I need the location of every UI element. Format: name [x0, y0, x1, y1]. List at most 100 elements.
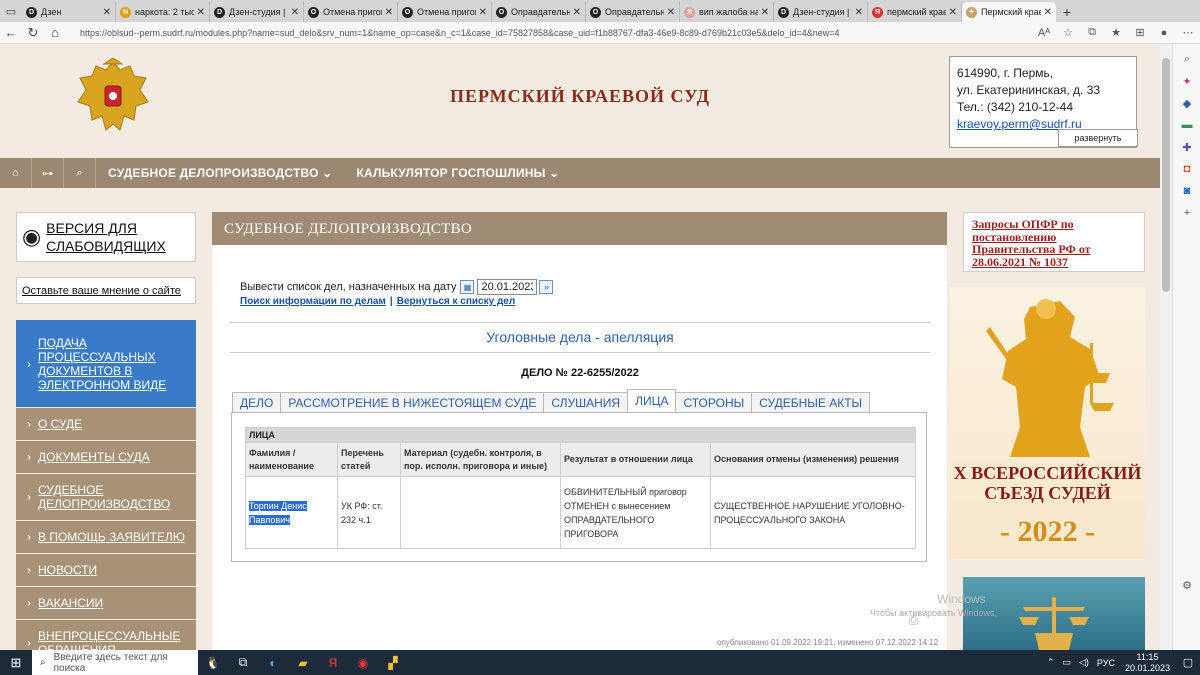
browser-tab[interactable]: D Дзен-студия | С✕	[774, 2, 868, 22]
close-tab-icon[interactable]: ✕	[667, 7, 675, 18]
favorites-icon[interactable]: ★	[1104, 26, 1128, 39]
chevron-right-icon: ›	[27, 356, 31, 371]
sidebar-shopping-icon[interactable]: ◆	[1173, 92, 1200, 114]
notes-app-icon[interactable]: ▞	[378, 650, 408, 675]
left-menu-item[interactable]: › ДОКУМЕНТЫ СУДА	[16, 441, 196, 474]
feedback-link[interactable]: Оставьте ваше мнение о сайте	[16, 277, 196, 304]
nav-menu-case-proceedings[interactable]: СУДЕБНОЕ ДЕЛОПРОИЗВОДСТВО ⌄	[96, 166, 344, 180]
task-view-icon[interactable]: ⧉	[228, 650, 258, 675]
opfr-requests-link[interactable]: Запросы ОПФР по постановлению Правительс…	[963, 212, 1145, 272]
browser-tab[interactable]: ✦ Пермский крае ✕	[962, 2, 1056, 22]
case-tab[interactable]: СЛУШАНИЯ	[543, 392, 629, 412]
close-tab-icon[interactable]: ✕	[855, 7, 863, 18]
left-menu-item[interactable]: › СУДЕБНОЕ ДЕЛОПРОИЗВОДСТВО	[16, 474, 196, 521]
collections-icon[interactable]: ⊞	[1128, 26, 1152, 39]
back-to-list-link[interactable]: Вернуться к списку дел	[397, 296, 516, 307]
browser-tab[interactable]: O Отмена пригов ✕	[398, 2, 492, 22]
case-tab[interactable]: ЛИЦА	[627, 389, 677, 413]
left-menu-item[interactable]: › ВНЕПРОЦЕССУАЛЬНЫЕ ОБРАЩЕНИЯ	[16, 620, 196, 650]
file-explorer-icon[interactable]: ▰	[288, 650, 318, 675]
col-header-grounds: Основания отмены (изменения) решения	[710, 442, 916, 477]
judges-congress-banner[interactable]: X ВСЕРОССИЙСКИЙ СЪЕЗД СУДЕЙ - 2022 -	[950, 287, 1145, 559]
sidebar-search-icon[interactable]: ⌕	[1173, 48, 1200, 70]
left-menu-item[interactable]: › ПОДАЧА ПРОЦЕССУАЛЬНЫХ ДОКУМЕНТОВ В ЭЛЕК…	[16, 320, 196, 408]
calendar-icon[interactable]: ▦	[460, 280, 475, 294]
browser-tab[interactable]: Явип жалоба на ✕	[680, 2, 774, 22]
volume-icon[interactable]: ◁)	[1075, 657, 1093, 668]
windows-start-icon[interactable]: ⊞	[0, 650, 32, 675]
browser-tab[interactable]: Nнаркота: 2 тыс ✕	[116, 2, 210, 22]
sidebar-settings-icon[interactable]: ⚙	[1173, 574, 1200, 596]
sidebar-games-icon[interactable]: ✚	[1173, 136, 1200, 158]
nav-menu-fee-calculator[interactable]: КАЛЬКУЛЯТОР ГОСПОШЛИНЫ ⌄	[344, 166, 571, 180]
split-screen-icon[interactable]: ⧉	[1080, 26, 1104, 39]
window-menu-icon[interactable]: ▭	[0, 0, 22, 22]
network-icon[interactable]: ▭	[1058, 657, 1075, 668]
language-indicator[interactable]: РУС	[1093, 658, 1119, 668]
cell-result: ОБВИНИТЕЛЬНЫЙ приговор ОТМЕНЕН с вынесен…	[560, 476, 711, 549]
expand-contacts-button[interactable]: развернуть	[1058, 129, 1138, 147]
close-tab-icon[interactable]: ✕	[573, 7, 581, 18]
close-tab-icon[interactable]: ✕	[1044, 7, 1052, 18]
left-menu-item[interactable]: › ВАКАНСИИ	[16, 587, 196, 620]
banner-year: - 2022 -	[1000, 515, 1095, 548]
edge-browser-icon[interactable]: ◐	[258, 650, 288, 675]
left-menu-item[interactable]: › В ПОМОЩЬ ЗАЯВИТЕЛЮ	[16, 521, 196, 554]
tray-chevron-up-icon[interactable]: ⌃	[1043, 657, 1059, 668]
scrollbar-thumb[interactable]	[1162, 58, 1170, 292]
close-tab-icon[interactable]: ✕	[103, 7, 111, 18]
read-aloud-icon[interactable]: Aᴬ	[1032, 27, 1056, 39]
more-menu-icon[interactable]: ⋯	[1176, 26, 1200, 39]
divider	[230, 322, 930, 323]
sidebar-tools-icon[interactable]: ▬	[1173, 114, 1200, 136]
sidebar-add-icon[interactable]: +	[1173, 202, 1200, 224]
sitemap-icon[interactable]: ⊶	[32, 158, 64, 188]
case-tab[interactable]: РАССМОТРЕНИЕ В НИЖЕСТОЯЩЕМ СУДЕ	[280, 392, 545, 412]
browser-tab[interactable]: Япермский крае ✕	[868, 2, 962, 22]
yandex-browser-icon[interactable]: ◉	[348, 650, 378, 675]
browser-tab[interactable]: O Оправдательны✕	[492, 2, 586, 22]
url-field[interactable]: https://oblsud--perm.sudrf.ru/modules.ph…	[80, 28, 1032, 38]
home-nav-icon[interactable]: ⌂	[0, 158, 32, 188]
taskbar-search-field[interactable]: ⌕ Введите здесь текст для поиска	[32, 650, 198, 675]
left-menu-item[interactable]: › О СУДЕ	[16, 408, 196, 441]
case-tab[interactable]: СУДЕБНЫЕ АКТЫ	[751, 392, 871, 412]
left-menu-item[interactable]: › НОВОСТИ	[16, 554, 196, 587]
home-icon[interactable]: ⌂	[44, 25, 66, 40]
profile-icon[interactable]: ●	[1152, 27, 1176, 39]
system-tray: ⌃ ▭ ◁) РУС 11:15 20.01.2023 ▢	[1043, 650, 1200, 675]
new-tab-button[interactable]: +	[1056, 2, 1078, 22]
visually-impaired-version-button[interactable]: ◉ ВЕРСИЯ ДЛЯ СЛАБОВИДЯЩИХ	[16, 212, 196, 262]
browser-tab[interactable]: D Дзен-студия | V ✕	[210, 2, 304, 22]
browser-tab[interactable]: O Оправдательны✕	[586, 2, 680, 22]
reload-icon[interactable]: ↻	[22, 25, 44, 41]
go-arrows-icon[interactable]: »	[539, 280, 554, 294]
sidebar-copilot-icon[interactable]: ✦	[1173, 70, 1200, 92]
search-icon[interactable]: ⌕	[64, 158, 96, 188]
date-input[interactable]	[477, 279, 538, 295]
close-tab-icon[interactable]: ✕	[197, 7, 205, 18]
tab-favicon-icon: O	[402, 6, 413, 18]
search-cases-link[interactable]: Поиск информации по делам	[240, 296, 386, 307]
close-tab-icon[interactable]: ✕	[479, 7, 487, 18]
clock[interactable]: 11:15 20.01.2023	[1119, 652, 1176, 674]
case-tab[interactable]: ДЕЛО	[232, 392, 282, 412]
tab-favicon-icon: O	[308, 6, 319, 18]
close-tab-icon[interactable]: ✕	[385, 7, 393, 18]
chevron-right-icon: ›	[27, 563, 31, 577]
back-icon[interactable]: ←	[0, 25, 22, 40]
clock-date: 20.01.2023	[1124, 662, 1170, 673]
favorite-star-icon[interactable]: ☆	[1056, 26, 1080, 39]
close-tab-icon[interactable]: ✕	[949, 7, 957, 18]
sidebar-outlook-icon[interactable]: ◙	[1173, 180, 1200, 202]
close-tab-icon[interactable]: ✕	[761, 7, 769, 18]
browser-tab[interactable]: O Отмена пригов ✕	[304, 2, 398, 22]
yandex-icon[interactable]: Я	[318, 650, 348, 675]
notifications-icon[interactable]: ▢	[1176, 656, 1200, 669]
close-tab-icon[interactable]: ✕	[291, 7, 299, 18]
browser-tab[interactable]: D Дзен ✕	[22, 2, 116, 22]
case-tab[interactable]: СТОРОНЫ	[675, 392, 753, 412]
penguins-widget-icon[interactable]: 🐧	[198, 650, 228, 675]
col-header-name: Фамилия / наименование	[245, 442, 338, 477]
sidebar-office-icon[interactable]: ◘	[1173, 158, 1200, 180]
